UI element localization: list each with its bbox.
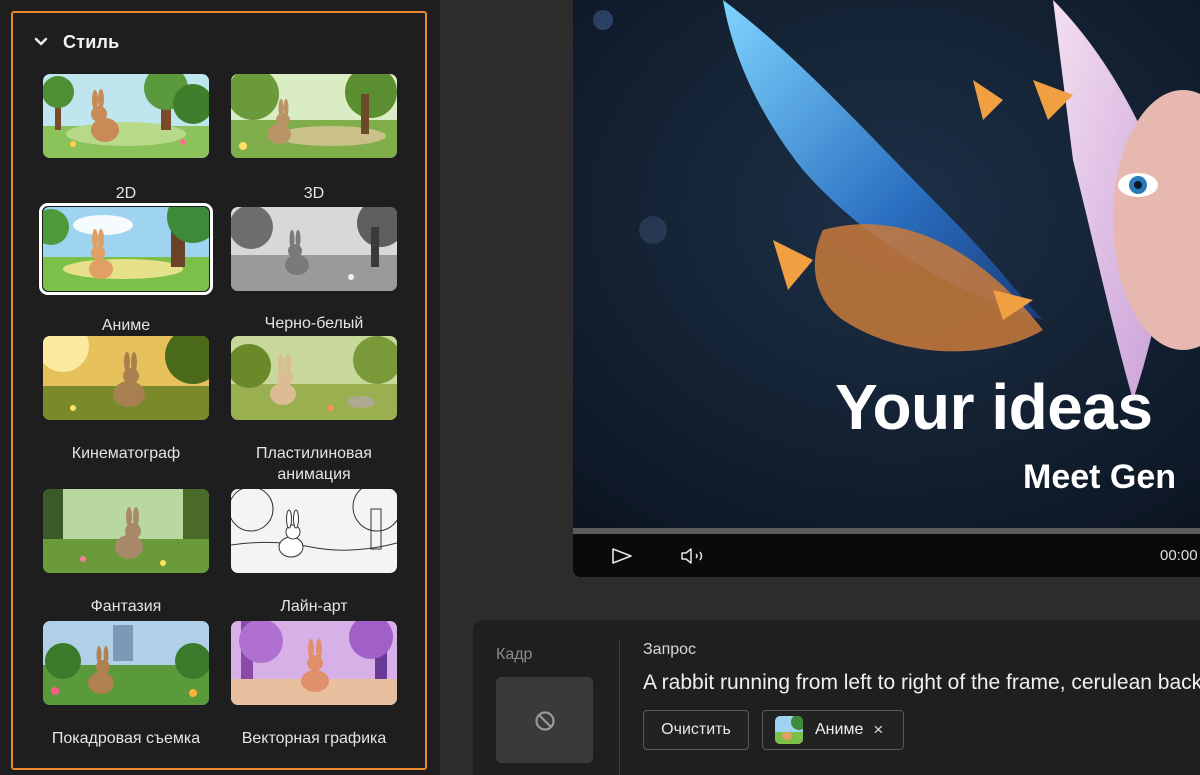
- style-thumbnail-stop-motion: [43, 621, 209, 705]
- style-thumbnail-2d: [43, 74, 209, 158]
- no-frame-icon: [535, 711, 555, 731]
- clear-button[interactable]: Очистить: [643, 710, 749, 750]
- prompt-panel: Кадр Запрос A rabbit running from left t…: [473, 620, 1200, 775]
- volume-icon[interactable]: [680, 546, 708, 566]
- style-label-vector: Векторная графика: [241, 730, 387, 747]
- style-label-fantasy: Фантазия: [90, 598, 162, 615]
- style-label-stop-motion: Покадровая съемка: [51, 730, 201, 747]
- close-icon[interactable]: ×: [873, 720, 883, 740]
- video-player[interactable]: Your ideas Meet Gen 00:00: [573, 0, 1200, 577]
- video-time: 00:00: [1160, 547, 1198, 564]
- style-label-cinematic: Кинематограф: [71, 445, 181, 462]
- video-headline: Your ideas: [835, 371, 1153, 443]
- style-label-black-white: Черно-белый: [264, 315, 364, 332]
- frame-label: Кадр: [496, 646, 533, 663]
- style-thumbnail-claymation: [231, 336, 397, 420]
- style-chip-label: Аниме: [815, 721, 864, 738]
- style-label-anime: Аниме: [101, 317, 151, 334]
- query-label: Запрос: [643, 641, 697, 658]
- style-thumbnail-cinematic: [43, 336, 209, 420]
- frame-slot[interactable]: [496, 677, 593, 763]
- style-section-title: Стиль: [63, 31, 120, 52]
- style-chip-thumbnail: [775, 716, 803, 744]
- style-thumbnail-fantasy: [43, 489, 209, 573]
- selected-style-chip[interactable]: Аниме ×: [762, 710, 904, 750]
- style-panel: Стиль 2D 3D Аниме Черно-белый Кинематогр…: [11, 11, 427, 770]
- style-thumbnail-line-art: [231, 489, 397, 573]
- style-label-claymation: Пластилиновая анимация: [256, 445, 372, 483]
- video-controls: 00:00: [573, 534, 1200, 577]
- style-label-3d: 3D: [303, 185, 325, 202]
- style-thumbnail-vector: [231, 621, 397, 705]
- style-thumbnail-3d: [231, 74, 397, 158]
- style-label-line-art: Лайн-арт: [280, 598, 348, 615]
- style-section-header[interactable]: Стиль: [33, 30, 119, 54]
- style-thumbnail-anime: [39, 203, 213, 295]
- left-panel: Стиль 2D 3D Аниме Черно-белый Кинематогр…: [0, 0, 440, 775]
- style-thumbnail-black-white: [231, 207, 397, 291]
- chevron-down-icon: [34, 37, 48, 46]
- video-subheadline: Meet Gen: [1023, 458, 1177, 496]
- video-preview-image: [573, 0, 1200, 528]
- play-icon[interactable]: [611, 547, 633, 565]
- divider: [619, 640, 620, 775]
- style-label-2d: 2D: [115, 185, 137, 202]
- query-input[interactable]: A rabbit running from left to right of t…: [643, 671, 1200, 695]
